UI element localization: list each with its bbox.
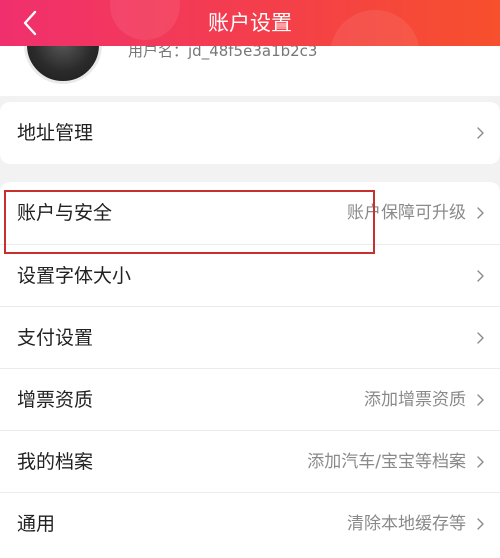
row-vat-invoice[interactable]: 增票资质 添加增票资质 <box>0 368 500 430</box>
row-label: 增票资质 <box>17 389 94 411</box>
row-label: 通用 <box>17 513 56 535</box>
chevron-right-icon <box>477 394 484 406</box>
username-text: 用户名：jd_48f5e3a1b2c3 <box>128 46 318 60</box>
row-value: 账户保障可升级 <box>347 203 466 223</box>
chevron-right-icon <box>477 332 484 344</box>
row-label: 支付设置 <box>17 327 94 349</box>
row-my-profile[interactable]: 我的档案 添加汽车/宝宝等档案 <box>0 430 500 492</box>
row-account-security[interactable]: 账户与安全 账户保障可升级 <box>0 182 500 244</box>
row-label: 设置字体大小 <box>17 265 132 287</box>
row-value: 清除本地缓存等 <box>347 514 466 534</box>
row-label: 地址管理 <box>17 122 94 144</box>
chevron-right-icon <box>477 518 484 530</box>
header-bar: 账户设置 <box>0 0 500 46</box>
row-font-size[interactable]: 设置字体大小 <box>0 244 500 306</box>
row-address-management[interactable]: 地址管理 <box>0 102 500 164</box>
chevron-right-icon <box>477 270 484 282</box>
page-title: 账户设置 <box>208 11 292 35</box>
address-card: 地址管理 <box>0 102 500 164</box>
settings-card: 账户与安全 账户保障可升级 设置字体大小 支付设置 增票资质 添加增票资质 我的… <box>0 182 500 558</box>
profile-card[interactable]: 用户名：jd_48f5e3a1b2c3 <box>0 46 500 96</box>
row-payment[interactable]: 支付设置 <box>0 306 500 368</box>
chevron-right-icon <box>477 456 484 468</box>
chevron-right-icon <box>477 207 484 219</box>
row-value: 添加增票资质 <box>364 390 466 410</box>
row-general[interactable]: 通用 清除本地缓存等 <box>0 492 500 554</box>
row-label: 我的档案 <box>17 451 94 473</box>
row-label: 账户与安全 <box>17 202 113 224</box>
chevron-right-icon <box>477 127 484 139</box>
row-value: 添加汽车/宝宝等档案 <box>307 452 466 472</box>
avatar[interactable] <box>24 46 102 84</box>
